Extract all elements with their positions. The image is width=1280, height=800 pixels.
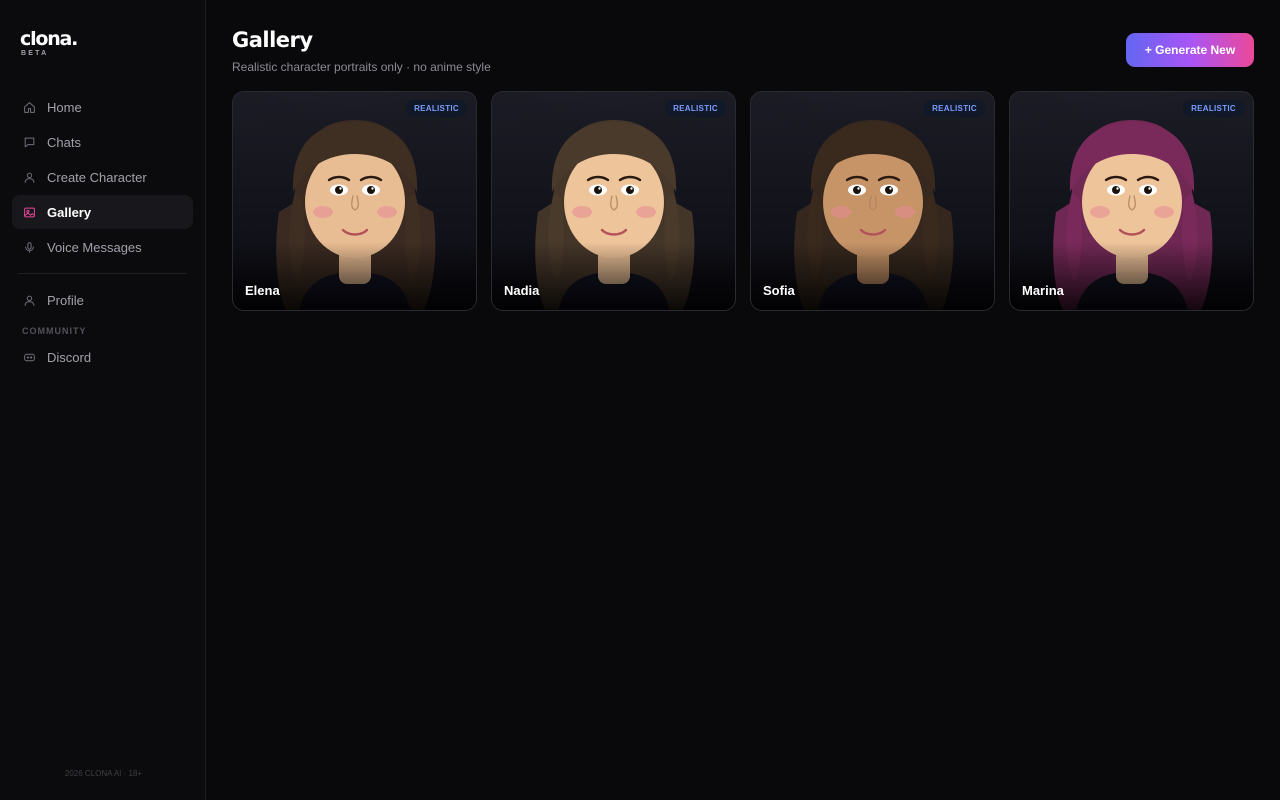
gallery-card-nadia[interactable]: REALISTIC Nadia [491, 91, 736, 311]
community-section-label: COMMUNITY [22, 326, 87, 336]
gallery-grid: REALISTIC Elena REALISTIC Nadia REALISTI… [232, 91, 1254, 311]
beta-tag: BETA [21, 50, 49, 57]
sidebar-item-discord[interactable]: Discord [12, 340, 193, 374]
sidebar: clona. BETA Home Chats Create Character … [0, 0, 206, 800]
sidebar-item-label: Create Character [47, 169, 147, 185]
generate-new-button[interactable]: + Generate New [1126, 33, 1254, 67]
brand-name: clona. [20, 28, 78, 50]
main-content: Gallery Realistic character portraits on… [206, 0, 1280, 800]
sidebar-item-label: Home [47, 99, 82, 115]
sidebar-item-gallery[interactable]: Gallery [12, 195, 193, 229]
discord-icon [22, 350, 36, 364]
card-name: Sofia [763, 283, 795, 298]
sidebar-item-voice-messages[interactable]: Voice Messages [12, 230, 193, 264]
brand-logo[interactable]: clona. BETA [12, 0, 193, 90]
gallery-card-sofia[interactable]: REALISTIC Sofia [750, 91, 995, 311]
sidebar-item-create-character[interactable]: Create Character [12, 160, 193, 194]
chat-bubble-icon [22, 135, 36, 149]
sidebar-item-home[interactable]: Home [12, 90, 193, 124]
app-root: clona. BETA Home Chats Create Character … [0, 0, 1280, 800]
realistic-badge: REALISTIC [924, 100, 985, 117]
gallery-card-elena[interactable]: REALISTIC Elena [232, 91, 477, 311]
page-title: Gallery [232, 28, 313, 52]
sidebar-item-label: Profile [47, 292, 84, 308]
page-subtitle: Realistic character portraits only · no … [232, 60, 491, 74]
sidebar-item-profile[interactable]: Profile [12, 283, 193, 317]
user-icon [22, 293, 36, 307]
card-name: Nadia [504, 283, 540, 298]
main-nav: Home Chats Create Character Gallery Voic… [12, 90, 193, 374]
sidebar-item-label: Chats [47, 134, 81, 150]
realistic-badge: REALISTIC [665, 100, 726, 117]
portrait-image [492, 92, 735, 310]
sidebar-item-label: Voice Messages [47, 239, 142, 255]
home-icon [22, 100, 36, 114]
portrait-image [751, 92, 994, 310]
portrait-image [233, 92, 476, 310]
page-header: Gallery Realistic character portraits on… [232, 0, 1254, 91]
microphone-icon [22, 240, 36, 254]
card-name: Marina [1022, 283, 1064, 298]
gallery-card-marina[interactable]: REALISTIC Marina [1009, 91, 1254, 311]
sidebar-divider [18, 273, 187, 274]
realistic-badge: REALISTIC [406, 100, 467, 117]
footer-note: 2026 CLONA AI · 18+ [64, 769, 143, 778]
user-icon [22, 170, 36, 184]
card-name: Elena [245, 283, 280, 298]
sidebar-item-label: Discord [47, 349, 92, 365]
sidebar-item-label: Gallery [47, 204, 92, 220]
image-icon [22, 205, 36, 219]
sidebar-item-chats[interactable]: Chats [12, 125, 193, 159]
realistic-badge: REALISTIC [1183, 100, 1244, 117]
portrait-image [1010, 92, 1253, 310]
